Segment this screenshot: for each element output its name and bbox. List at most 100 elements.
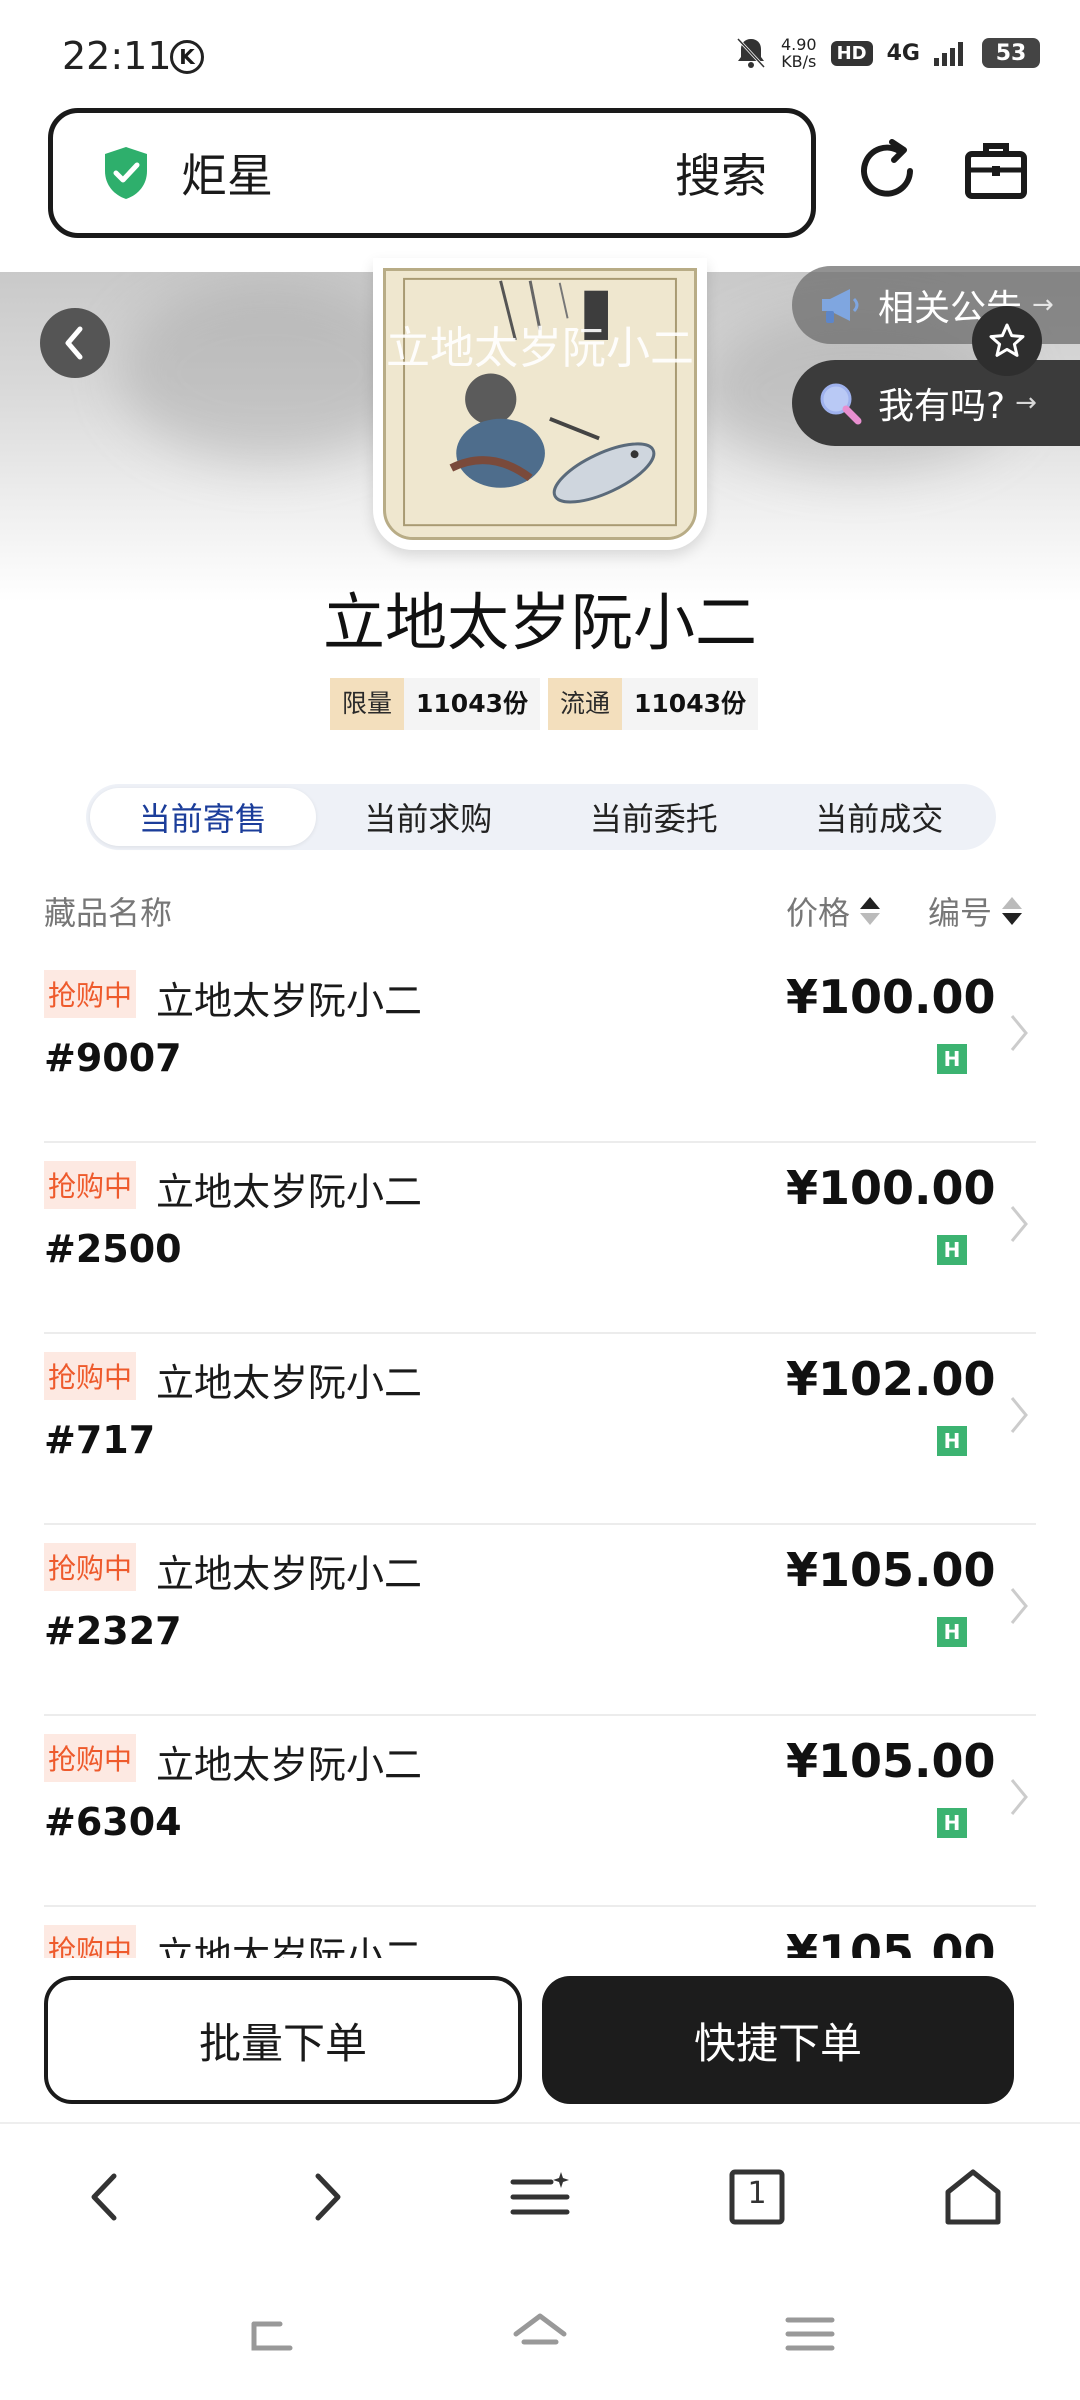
h-badge: H: [937, 1044, 967, 1074]
system-home-icon[interactable]: [510, 2304, 570, 2364]
listing-price: ¥105.00: [786, 1925, 996, 1958]
arrow-right-icon: →: [1015, 388, 1037, 418]
search-button[interactable]: 搜索: [675, 140, 767, 206]
sort-icon: [1002, 897, 1023, 925]
market-tabs: 当前寄售 当前求购 当前委托 当前成交: [86, 784, 996, 850]
tab-current-buy[interactable]: 当前求购: [316, 788, 542, 846]
ownership-pill[interactable]: 我有吗? →: [792, 360, 1080, 446]
listing-row[interactable]: 抢购中 立地太岁阮小二 #2327 ¥105.00 H: [44, 1525, 1036, 1716]
listing-id: #9007: [44, 1036, 182, 1080]
listing-price: ¥102.00: [786, 1352, 996, 1406]
limit-tag: 限量 11043份: [330, 678, 540, 730]
artwork-image: [383, 268, 697, 540]
status-badge: 抢购中: [44, 1161, 137, 1209]
status-badge: 抢购中: [44, 970, 137, 1018]
header-title: 立地太岁阮小二: [386, 323, 694, 374]
menu-icon[interactable]: [505, 2162, 575, 2232]
status-badge: 抢购中: [44, 1352, 137, 1400]
quick-order-button[interactable]: 快捷下单: [542, 1976, 1014, 2104]
chevron-right-icon: [1010, 1779, 1028, 1815]
signal-icon: [934, 42, 963, 66]
listing-name: 立地太岁阮小二: [156, 1170, 423, 1214]
chevron-right-icon: [1010, 1015, 1028, 1051]
tab-current-deals[interactable]: 当前成交: [767, 788, 993, 846]
number-header-label: 编号: [928, 894, 993, 932]
circulation-tag: 流通 11043份: [548, 678, 758, 730]
chevron-right-icon: [1010, 1397, 1028, 1433]
magnifier-icon: [820, 383, 862, 425]
favorite-button[interactable]: [972, 306, 1042, 376]
h-badge: H: [937, 1617, 967, 1647]
speed-value: 4.90: [780, 35, 817, 54]
listing-id: #2500: [44, 1227, 182, 1271]
circulation-label: 流通: [548, 678, 623, 730]
toolbox-icon[interactable]: [962, 136, 1030, 204]
battery-indicator: 53: [982, 38, 1040, 68]
k-icon: K: [170, 40, 204, 74]
speed-unit: KB/s: [781, 52, 817, 71]
tab-current-sale[interactable]: 当前寄售: [90, 788, 316, 846]
forward-icon[interactable]: [290, 2162, 360, 2232]
column-name-header: 藏品名称: [44, 894, 173, 932]
hd-badge: HD: [830, 40, 873, 66]
home-icon[interactable]: [938, 2162, 1008, 2232]
batch-order-button[interactable]: 批量下单: [44, 1976, 522, 2104]
artwork-illustration: [392, 271, 688, 537]
star-icon: [989, 323, 1025, 357]
network-speed: 4.90 KB/s: [781, 36, 817, 70]
listing-name: 立地太岁阮小二: [156, 1934, 423, 1958]
h-badge: H: [937, 1808, 967, 1838]
tabs-button[interactable]: 1: [722, 2162, 792, 2232]
price-header-label: 价格: [786, 894, 851, 932]
megaphone-icon: [822, 289, 859, 323]
back-icon[interactable]: [72, 2162, 142, 2232]
chevron-right-icon: [1010, 1588, 1028, 1624]
limit-label: 限量: [330, 678, 405, 730]
listing-price: ¥105.00: [786, 1543, 996, 1597]
product-title: 立地太岁阮小二: [322, 586, 757, 659]
back-button[interactable]: [40, 308, 110, 378]
refresh-icon[interactable]: [852, 136, 922, 206]
limit-value: 11043份: [404, 678, 540, 730]
status-badge: 抢购中: [44, 1925, 137, 1958]
status-badge: 抢购中: [44, 1734, 137, 1782]
listing-name: 立地太岁阮小二: [156, 979, 423, 1023]
sort-icon: [860, 897, 881, 925]
chevron-right-icon: [1010, 1206, 1028, 1242]
system-menu-icon[interactable]: [780, 2304, 840, 2364]
listing-name: 立地太岁阮小二: [156, 1552, 423, 1596]
address-bar[interactable]: 炬星 搜索: [48, 108, 816, 238]
listing-price: ¥105.00: [786, 1734, 996, 1788]
ownership-label: 我有吗?: [878, 386, 1006, 427]
price-sort-button[interactable]: 价格: [786, 888, 882, 934]
chevron-left-icon: [65, 326, 83, 360]
status-indicators: 4.90 KB/s HD 4G 53: [735, 36, 1040, 70]
listing-id: #6304: [44, 1800, 182, 1844]
tab-current-order[interactable]: 当前委托: [541, 788, 767, 846]
arrow-right-icon: →: [1032, 290, 1054, 320]
listing-id: #2327: [44, 1609, 182, 1653]
listing-name: 立地太岁阮小二: [156, 1361, 423, 1405]
listing-row[interactable]: 抢购中 立地太岁阮小二 #717 ¥102.00 H: [44, 1334, 1036, 1525]
collectible-artwork[interactable]: [373, 258, 707, 550]
system-back-icon[interactable]: [240, 2304, 300, 2364]
listing-row[interactable]: 抢购中 立地太岁阮小二 #2500 ¥100.00 H: [44, 1143, 1036, 1334]
shield-check-icon: [105, 147, 147, 199]
listing-list: 抢购中 立地太岁阮小二 #9007 ¥100.00 H 抢购中 立地太岁阮小二 …: [44, 952, 1036, 1958]
number-sort-button[interactable]: 编号: [928, 888, 1024, 934]
circulation-value: 11043份: [622, 678, 758, 730]
h-badge: H: [937, 1426, 967, 1456]
listing-id: #717: [44, 1418, 156, 1462]
status-time: 22:11: [62, 34, 172, 78]
tab-count: 1: [747, 2176, 767, 2211]
h-badge: H: [937, 1235, 967, 1265]
listing-price: ¥100.00: [786, 970, 996, 1024]
listing-name: 立地太岁阮小二: [156, 1743, 423, 1787]
status-badge: 抢购中: [44, 1543, 137, 1591]
network-type: 4G: [886, 40, 920, 66]
listing-row[interactable]: 抢购中 立地太岁阮小二 #9007 ¥100.00 H: [44, 952, 1036, 1143]
listing-row[interactable]: 抢购中 立地太岁阮小二 ¥105.00: [44, 1907, 1036, 1958]
listing-row[interactable]: 抢购中 立地太岁阮小二 #6304 ¥105.00 H: [44, 1716, 1036, 1907]
address-text[interactable]: 炬星: [181, 140, 675, 206]
listing-price: ¥100.00: [786, 1161, 996, 1215]
